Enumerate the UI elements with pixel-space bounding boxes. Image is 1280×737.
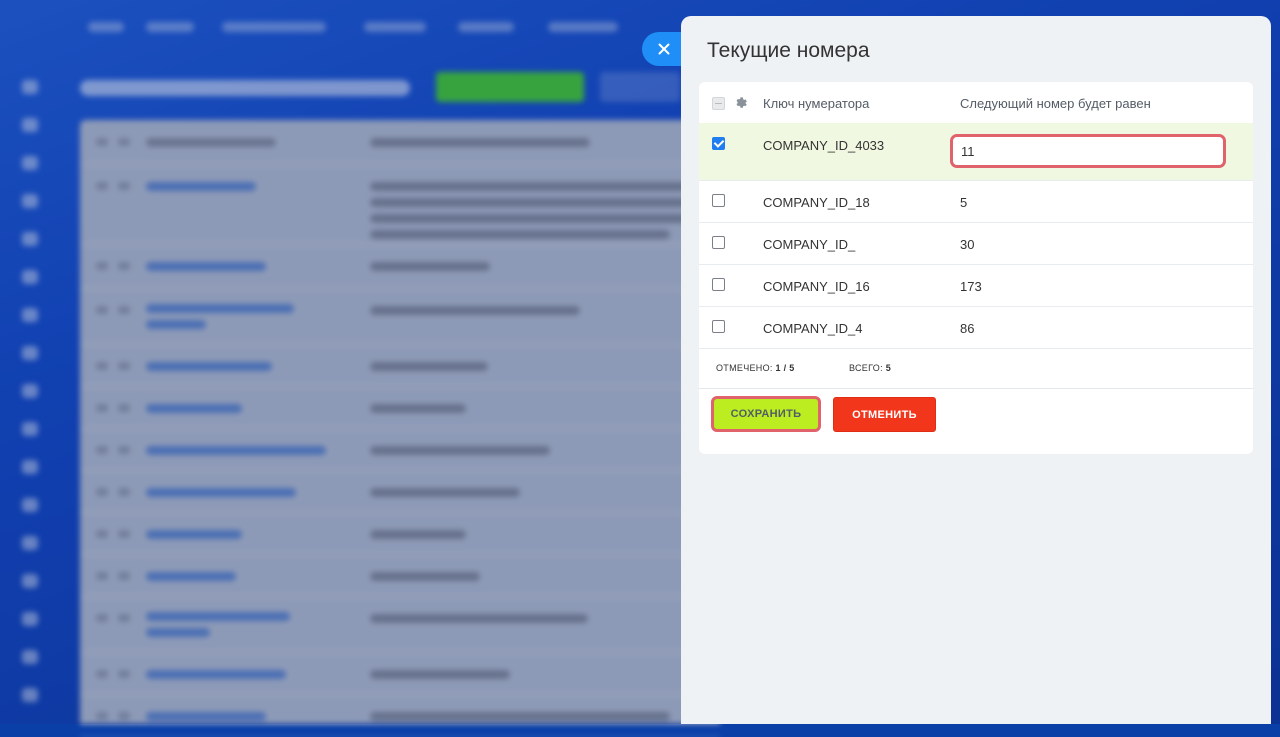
table-header: Ключ нумератора Следующий номер будет ра…	[699, 82, 1253, 124]
row-next-number: 5	[960, 195, 968, 210]
panel-title: Текущие номера	[707, 39, 870, 62]
save-button[interactable]: СОХРАНИТЬ	[711, 396, 821, 432]
row-key: COMPANY_ID_16	[763, 279, 870, 294]
total-count: ВСЕГО: 5	[849, 363, 891, 373]
table-row[interactable]: COMPANY_ID_4033	[699, 123, 1253, 181]
total-count-value: 5	[885, 363, 892, 373]
selected-count-value: 1 / 5	[775, 363, 795, 373]
table-row[interactable]: COMPANY_ID_16 173	[699, 265, 1253, 307]
row-checkbox[interactable]	[712, 137, 725, 150]
row-key: COMPANY_ID_18	[763, 195, 870, 210]
row-checkbox[interactable]	[712, 320, 725, 333]
row-checkbox[interactable]	[712, 194, 725, 207]
row-next-number: 86	[960, 321, 975, 336]
close-icon	[658, 43, 670, 55]
table-row[interactable]: COMPANY_ID_ 30	[699, 223, 1253, 265]
table-row[interactable]: COMPANY_ID_4 86	[699, 307, 1253, 349]
cancel-button[interactable]: ОТМЕНИТЬ	[833, 397, 936, 432]
row-checkbox[interactable]	[712, 236, 725, 249]
total-count-label: ВСЕГО:	[849, 363, 883, 373]
next-number-input[interactable]	[950, 134, 1226, 168]
numerator-panel: Текущие номера Ключ нумератора Следующий…	[681, 16, 1271, 724]
row-key: COMPANY_ID_4033	[763, 138, 885, 153]
column-header-key[interactable]: Ключ нумератора	[763, 96, 869, 111]
row-next-number: 30	[960, 237, 975, 252]
selected-count-label: ОТМЕЧЕНО:	[716, 363, 773, 373]
row-checkbox[interactable]	[712, 278, 725, 291]
close-panel-button[interactable]	[642, 32, 682, 66]
selected-count: ОТМЕЧЕНО: 1 / 5	[716, 363, 795, 373]
table-stats: ОТМЕЧЕНО: 1 / 5 ВСЕГО: 5	[699, 348, 1253, 389]
select-all-checkbox[interactable]	[712, 97, 725, 110]
row-next-number: 173	[960, 279, 982, 294]
row-key: COMPANY_ID_4	[763, 321, 863, 336]
row-key: COMPANY_ID_	[763, 237, 856, 252]
gear-icon[interactable]	[735, 96, 749, 110]
table-row[interactable]: COMPANY_ID_18 5	[699, 181, 1253, 223]
column-header-next-number[interactable]: Следующий номер будет равен	[960, 96, 1151, 111]
numbers-table-card: Ключ нумератора Следующий номер будет ра…	[699, 82, 1253, 454]
